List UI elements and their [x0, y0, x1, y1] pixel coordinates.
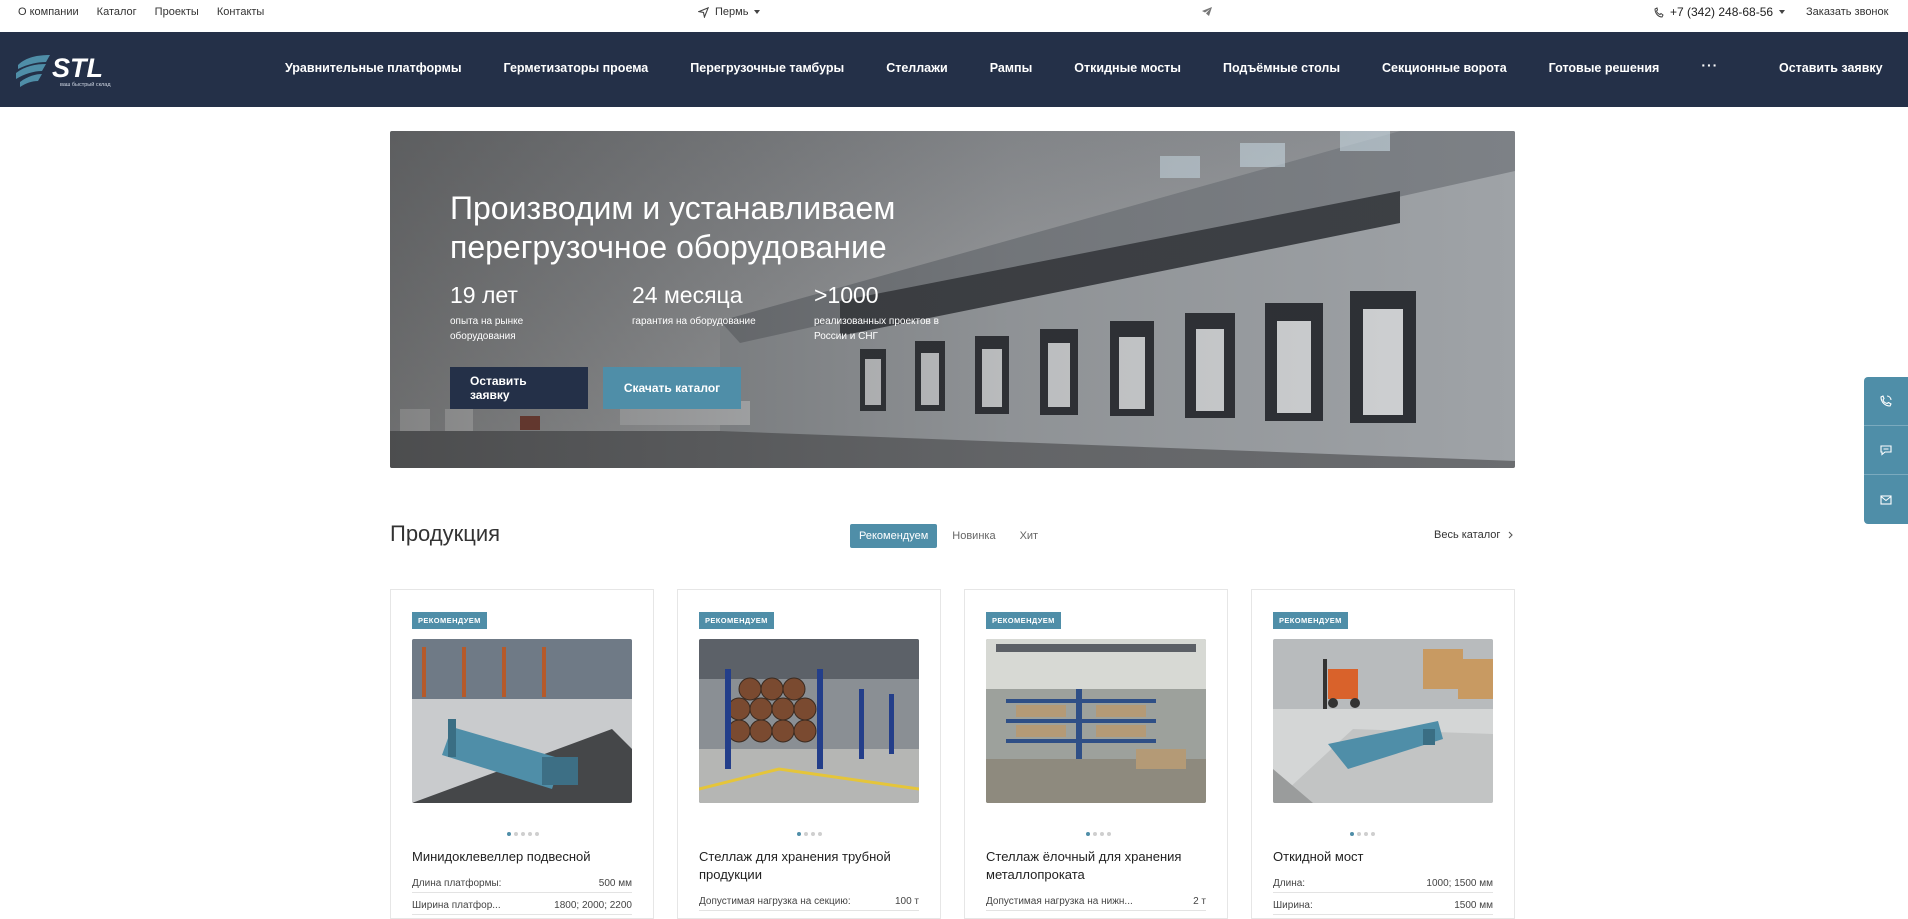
stat-warranty: 24 месяца гарантия на оборудование — [632, 281, 814, 344]
product-card[interactable]: РЕКОМЕНДУЕМ Стеллаж для хранения трубной… — [677, 589, 941, 919]
location-arrow-icon — [698, 6, 709, 18]
spec-row: Длина платформы: 500 мм — [412, 878, 632, 893]
link-contacts[interactable]: Контакты — [217, 6, 265, 18]
nav-request-button[interactable]: Оставить заявку — [1779, 61, 1883, 75]
chevron-down-icon — [754, 10, 761, 14]
tab-hit[interactable]: Хит — [1011, 524, 1048, 548]
chat-icon[interactable] — [1864, 426, 1908, 475]
nav-item-bridges[interactable]: Откидные мосты — [1074, 61, 1181, 75]
image-pagination[interactable] — [797, 832, 822, 836]
recommended-badge: РЕКОМЕНДУЕМ — [1273, 612, 1348, 629]
hero-request-button[interactable]: Оставить заявку — [450, 367, 588, 409]
recommended-badge: РЕКОМЕНДУЕМ — [699, 612, 774, 629]
spec-label: Допустимая нагрузка на секцию: — [699, 896, 851, 907]
tab-recommended[interactable]: Рекомендуем — [850, 524, 938, 548]
all-catalog-link[interactable]: Весь каталог — [1434, 529, 1514, 541]
stat-value: 19 лет — [450, 282, 518, 308]
link-catalog[interactable]: Каталог — [97, 6, 137, 18]
spec-label: Допустимая нагрузка на нижн... — [986, 896, 1133, 907]
chevron-down-icon — [1779, 10, 1786, 14]
phone-selector[interactable]: +7 (342) 248-68-56 — [1654, 5, 1786, 19]
svg-text:STL: STL — [52, 53, 103, 83]
spec-label: Длина платформы: — [412, 878, 502, 889]
image-pagination[interactable] — [1350, 832, 1375, 836]
download-catalog-button[interactable]: Скачать каталог — [603, 367, 741, 409]
image-pagination[interactable] — [1086, 832, 1111, 836]
nav-item-seals[interactable]: Герметизаторы проема — [504, 61, 649, 75]
mail-icon[interactable] — [1864, 475, 1908, 524]
spec-label: Ширина: — [1273, 900, 1313, 911]
recommended-badge: РЕКОМЕНДУЕМ — [412, 612, 487, 629]
chevron-right-icon — [1509, 531, 1514, 539]
nav-item-solutions[interactable]: Готовые решения — [1549, 61, 1660, 75]
hero-banner: Производим и устанавливаем перегрузочное… — [390, 131, 1515, 468]
products-title: Продукция — [390, 521, 501, 546]
product-name[interactable]: Минидоклевеллер подвесной — [412, 848, 637, 866]
top-links: О компании Каталог Проекты Контакты — [18, 6, 264, 18]
stat-desc: опыта на рынке оборудования — [450, 316, 524, 342]
spec-label: Ширина платфор... — [412, 900, 501, 911]
product-card[interactable]: РЕКОМЕНДУЕМ Минидоклевеллер подвесной Дл… — [390, 589, 654, 919]
spec-row: Длина: 1000; 1500 мм — [1273, 878, 1493, 893]
callback-icon[interactable] — [1864, 377, 1908, 426]
hero-stats: 19 лет опыта на рынке оборудования 24 ме… — [450, 281, 996, 344]
product-image[interactable] — [986, 639, 1206, 803]
nav-item-tunnels[interactable]: Перегрузочные тамбуры — [690, 61, 844, 75]
spec-value: 1800; 2000; 2200 — [554, 900, 632, 911]
product-name[interactable]: Стеллаж ёлочный для хранения металлопрок… — [986, 848, 1211, 884]
product-name[interactable]: Стеллаж для хранения трубной продукции — [699, 848, 924, 884]
side-contact-widgets — [1864, 377, 1908, 524]
stat-value: 24 месяца — [632, 282, 743, 308]
product-image[interactable] — [699, 639, 919, 803]
spec-value: 500 мм — [598, 878, 632, 889]
spec-value: 100 т — [894, 896, 919, 907]
product-card[interactable]: РЕКОМЕНДУЕМ Откидной мост Длина: 1000; 1… — [1251, 589, 1515, 919]
product-image[interactable] — [1273, 639, 1493, 803]
spec-label: Длина: — [1273, 878, 1306, 889]
phone-number: +7 (342) 248-68-56 — [1670, 5, 1774, 19]
spec-row: Ширина: 1500 мм — [1273, 900, 1493, 915]
tab-new[interactable]: Новинка — [943, 524, 1004, 548]
stat-value: >1000 — [814, 282, 879, 308]
city-label: Пермь — [715, 6, 749, 18]
nav-item-sectional-doors[interactable]: Секционные ворота — [1382, 61, 1507, 75]
spec-value: 1000; 1500 мм — [1426, 878, 1493, 889]
phone-icon — [1654, 6, 1664, 18]
nav-item-racks[interactable]: Стеллажи — [886, 61, 947, 75]
image-pagination[interactable] — [507, 832, 539, 836]
recommended-badge: РЕКОМЕНДУЕМ — [986, 612, 1061, 629]
svg-text:ваш быстрый склад: ваш быстрый склад — [60, 81, 111, 88]
spec-value: 1500 мм — [1454, 900, 1493, 911]
stat-experience: 19 лет опыта на рынке оборудования — [450, 281, 632, 344]
spec-value: 2 т — [1193, 896, 1206, 907]
callback-link[interactable]: Заказать звонок — [1806, 6, 1888, 18]
stat-desc: реализованных проектов в России и СНГ — [814, 316, 939, 342]
product-name[interactable]: Откидной мост — [1273, 848, 1498, 866]
main-nav: STL ваш быстрый склад Уравнительные плат… — [0, 32, 1908, 107]
stat-desc: гарантия на оборудование — [632, 316, 756, 327]
product-image[interactable] — [412, 639, 632, 803]
link-projects[interactable]: Проекты — [155, 6, 199, 18]
more-menu-button[interactable]: ··· — [1701, 57, 1718, 75]
nav-item-ramps[interactable]: Рампы — [990, 61, 1033, 75]
nav-item-levelers[interactable]: Уравнительные платформы — [285, 61, 462, 75]
city-selector[interactable]: Пермь — [698, 6, 761, 18]
spec-row: Ширина платфор... 1800; 2000; 2200 — [412, 900, 632, 915]
hero-title: Производим и устанавливаем перегрузочное… — [450, 190, 896, 265]
product-tabs: Рекомендуем Новинка Хит — [850, 524, 1047, 548]
top-bar: О компании Каталог Проекты Контакты Перм… — [0, 0, 1908, 32]
stl-logo[interactable]: STL ваш быстрый склад — [16, 49, 126, 91]
stat-projects: >1000 реализованных проектов в России и … — [814, 281, 996, 344]
nav-menu: Уравнительные платформы Герметизаторы пр… — [285, 57, 1718, 75]
telegram-icon[interactable] — [1201, 6, 1213, 20]
nav-item-lift-tables[interactable]: Подъёмные столы — [1223, 61, 1340, 75]
all-catalog-label: Весь каталог — [1434, 529, 1501, 541]
link-about[interactable]: О компании — [18, 6, 79, 18]
product-card[interactable]: РЕКОМЕНДУЕМ Стеллаж ёлочный для хранения… — [964, 589, 1228, 919]
